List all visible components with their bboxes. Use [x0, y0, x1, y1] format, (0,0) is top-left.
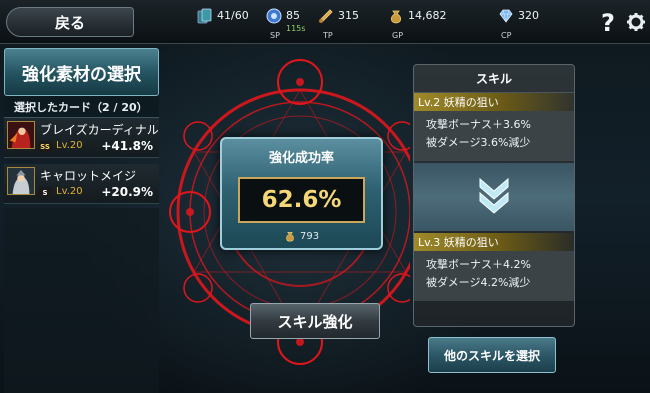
cp-label: CP: [501, 31, 512, 40]
success-rate-value: 62.6%: [238, 177, 365, 223]
diamond-icon: [499, 9, 513, 23]
empty-card-area: [4, 208, 159, 393]
cp-value: 320: [518, 9, 539, 22]
select-other-skill-button[interactable]: 他のスキルを選択: [428, 337, 556, 373]
rank-badge: SS: [38, 141, 52, 152]
success-rate-title: 強化成功率: [268, 151, 334, 166]
cp-counter: 320 CP: [498, 6, 548, 40]
skill-effect-line: 攻撃ボーナス＋3.6%: [426, 118, 531, 131]
card-level: Lv.20: [56, 186, 83, 197]
scroll-icon: [319, 9, 333, 23]
material-card[interactable]: キャロットメイジ S Lv.20 +20.9%: [4, 164, 159, 204]
skill-panel: スキル Lv.2 妖精の狙い 攻撃ボーナス＋3.6% 被ダメージ3.6%減少 L…: [413, 64, 575, 327]
card-count-value: 41/60: [217, 9, 249, 22]
current-skill-level: Lv.2 妖精の狙い: [414, 93, 574, 111]
top-bar: 戻る 41/60 85 115s SP 315 TP 14,682 GP 320…: [0, 0, 650, 44]
help-icon[interactable]: ?: [598, 10, 618, 34]
gp-label: GP: [392, 31, 404, 40]
money-bag-icon: [286, 231, 294, 242]
material-card[interactable]: ブレイズカーディナル SS Lv.20 +41.8%: [4, 118, 159, 158]
gp-counter: 14,682 GP: [388, 6, 448, 40]
sp-value: 85: [286, 9, 300, 22]
skill-enhance-button[interactable]: スキル強化: [250, 303, 380, 339]
material-panel: 強化素材の選択 選択したカード（2 / 20） ブレイズカーディナル SS Lv…: [0, 44, 162, 393]
selected-count: 選択したカード（2 / 20）: [4, 96, 159, 118]
back-button[interactable]: 戻る: [6, 7, 134, 37]
rank-badge: S: [38, 187, 52, 198]
skill-effect-line: 被ダメージ4.2%減少: [426, 276, 531, 289]
card-name: ブレイズカーディナル: [40, 123, 159, 137]
svg-text:?: ?: [601, 10, 615, 34]
tp-label: TP: [323, 31, 333, 40]
sp-label: SP: [270, 31, 280, 40]
enhance-cost: 793: [300, 231, 320, 242]
gp-value: 14,682: [408, 9, 447, 22]
card-count: 41/60: [197, 6, 257, 40]
card-bonus: +41.8%: [101, 139, 153, 153]
money-bag-icon: [390, 10, 402, 24]
card-portrait: [7, 167, 35, 195]
tp-value: 315: [338, 9, 359, 22]
sp-counter: 85 115s SP: [266, 6, 311, 40]
material-panel-title: 強化素材の選択: [4, 48, 159, 96]
gear-icon[interactable]: [626, 12, 646, 32]
skill-panel-title: スキル: [414, 65, 574, 93]
card-portrait: [7, 121, 35, 149]
card-name: キャロットメイジ: [40, 169, 137, 183]
next-skill-level: Lv.3 妖精の狙い: [414, 233, 574, 251]
success-rate-panel: 強化成功率 62.6% 793: [220, 137, 383, 250]
cards-icon: [197, 8, 212, 24]
skill-effect-line: 被ダメージ3.6%減少: [426, 136, 531, 149]
double-chevron-down-icon: [479, 177, 509, 214]
card-level: Lv.20: [56, 140, 83, 151]
skill-effect-line: 攻撃ボーナス＋4.2%: [426, 258, 531, 271]
sp-timer: 115s: [286, 24, 306, 33]
tp-counter: 315 TP: [318, 6, 368, 40]
sp-orb-icon: [266, 8, 282, 24]
card-bonus: +20.9%: [101, 185, 153, 199]
